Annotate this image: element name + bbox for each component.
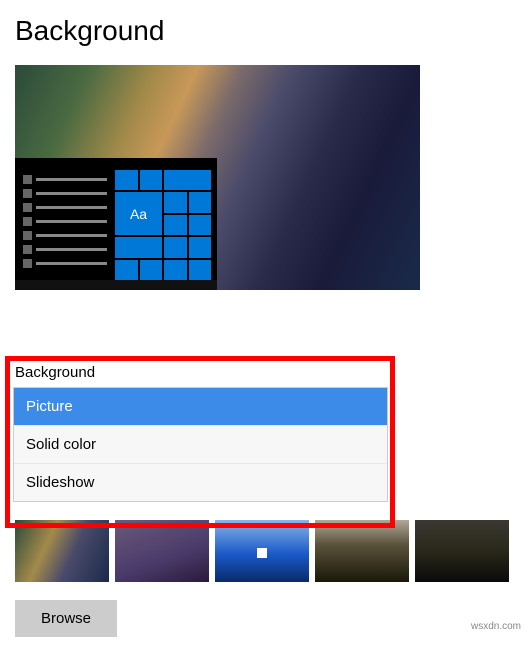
thumbnail[interactable] [415,520,509,582]
taskbar-preview [15,280,217,290]
watermark: wsxdn.com [471,621,521,632]
dropdown-option-picture[interactable]: Picture [14,388,387,426]
thumbnail[interactable] [15,520,109,582]
recent-images [15,520,509,582]
thumbnail[interactable] [115,520,209,582]
page-title: Background [0,0,527,57]
thumbnail[interactable] [215,520,309,582]
dropdown-label: Background [13,362,388,387]
start-menu-preview [19,170,111,280]
dropdown-option-solid-color[interactable]: Solid color [14,426,387,464]
background-dropdown[interactable]: Background Picture Solid color Slideshow [13,362,388,502]
desktop-preview: Aa [15,158,217,290]
tiles-preview: Aa [115,170,211,280]
sample-text-tile: Aa [115,192,162,235]
browse-button[interactable]: Browse [15,600,117,637]
wallpaper-preview: Aa [15,65,420,290]
dropdown-option-slideshow[interactable]: Slideshow [14,464,387,501]
thumbnail[interactable] [315,520,409,582]
dropdown-list: Picture Solid color Slideshow [13,387,388,502]
